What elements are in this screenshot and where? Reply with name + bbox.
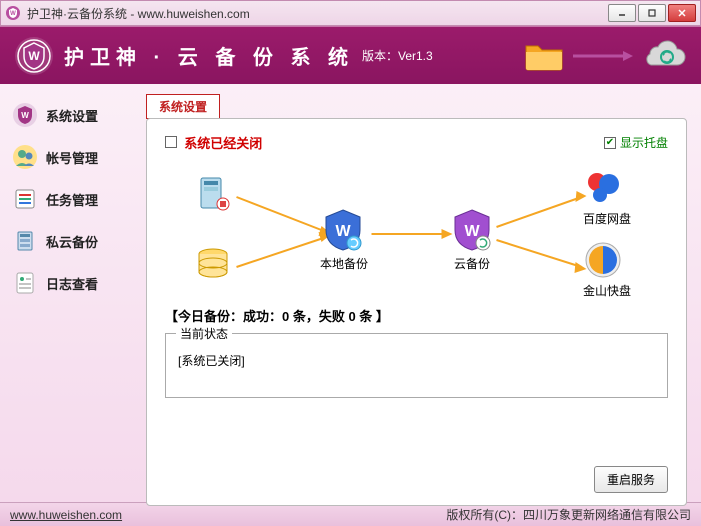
app-icon: W — [5, 5, 21, 21]
footer-url[interactable]: www.huweishen.com — [10, 508, 122, 522]
log-icon — [12, 270, 38, 296]
jinshan-node: 金山快盘 — [583, 240, 631, 299]
sidebar: W 系统设置 帐号管理 任务管理 私云备份 日志查看 — [0, 84, 142, 502]
today-summary: 【今日备份：成功：0 条，失败 0 条 】 — [165, 306, 668, 325]
sidebar-item-label: 日志查看 — [46, 274, 98, 293]
main-area: W 系统设置 帐号管理 任务管理 私云备份 日志查看 系统设置 系统已经关闭 — [0, 84, 701, 502]
jinshan-label: 金山快盘 — [583, 282, 631, 299]
baidu-node: 百度网盘 — [583, 168, 631, 227]
sidebar-item-label: 私云备份 — [46, 232, 98, 251]
restart-service-button[interactable]: 重启服务 — [594, 466, 668, 493]
status-box-label: 当前状态 — [176, 325, 232, 342]
cloud-icon — [641, 39, 687, 73]
minimize-button[interactable] — [608, 4, 636, 22]
content-area: 系统设置 系统已经关闭 ✔ 显示托盘 — [142, 84, 701, 502]
system-status-row: 系统已经关闭 — [165, 133, 262, 152]
footer-copyright: 版权所有(C)：四川万象更新网络通信有限公司 — [446, 506, 691, 523]
show-tray-row[interactable]: ✔ 显示托盘 — [604, 134, 668, 151]
gear-shield-icon: W — [12, 102, 38, 128]
tasks-icon — [12, 186, 38, 212]
sidebar-item-logs[interactable]: 日志查看 — [6, 262, 136, 304]
window-title: 护卫神·云备份系统 - www.huweishen.com — [27, 5, 608, 22]
sidebar-item-account[interactable]: 帐号管理 — [6, 136, 136, 178]
window-buttons — [608, 4, 696, 22]
folder-icon — [523, 40, 565, 72]
tab-system-settings[interactable]: 系统设置 — [146, 94, 220, 119]
status-text: [系统已关闭] — [178, 352, 655, 369]
source-server-icon — [193, 174, 233, 214]
titlebar: W 护卫神·云备份系统 - www.huweishen.com — [0, 0, 701, 26]
server-icon — [12, 228, 38, 254]
show-tray-label: 显示托盘 — [620, 134, 668, 151]
cloud-backup-label: 云备份 — [449, 255, 495, 272]
sidebar-item-system[interactable]: W 系统设置 — [6, 94, 136, 136]
settings-panel: 系统已经关闭 ✔ 显示托盘 — [146, 118, 687, 506]
cloud-backup-node: W 云备份 — [449, 207, 495, 272]
source-db-icon — [193, 244, 233, 284]
maximize-button[interactable] — [638, 4, 666, 22]
system-enabled-checkbox[interactable] — [165, 136, 177, 148]
backup-diagram: W 本地备份 W 云备份 百度网盘 金山快盘 — [165, 162, 668, 302]
sidebar-item-private[interactable]: 私云备份 — [6, 220, 136, 262]
system-status-text: 系统已经关闭 — [184, 136, 262, 151]
svg-text:W: W — [21, 111, 29, 120]
sidebar-item-label: 帐号管理 — [46, 148, 98, 167]
baidu-label: 百度网盘 — [583, 210, 631, 227]
svg-text:W: W — [28, 49, 40, 63]
users-icon — [12, 144, 38, 170]
local-backup-label: 本地备份 — [320, 255, 368, 272]
sidebar-item-label: 系统设置 — [46, 106, 98, 125]
arrow-icon — [573, 50, 633, 62]
local-backup-node: W 本地备份 — [320, 207, 368, 272]
app-title: 护卫神 · 云 备 份 系 统 — [64, 41, 354, 70]
logo-icon: W — [14, 36, 54, 76]
close-button[interactable] — [668, 4, 696, 22]
status-box: 当前状态 [系统已关闭] — [165, 333, 668, 398]
sidebar-item-label: 任务管理 — [46, 190, 98, 209]
svg-text:W: W — [10, 11, 16, 17]
version-label: 版本：Ver1.3 — [362, 47, 433, 64]
sidebar-item-tasks[interactable]: 任务管理 — [6, 178, 136, 220]
header-banner: W 护卫神 · 云 备 份 系 统 版本：Ver1.3 — [0, 26, 701, 84]
tray-checkbox[interactable]: ✔ — [604, 137, 616, 149]
